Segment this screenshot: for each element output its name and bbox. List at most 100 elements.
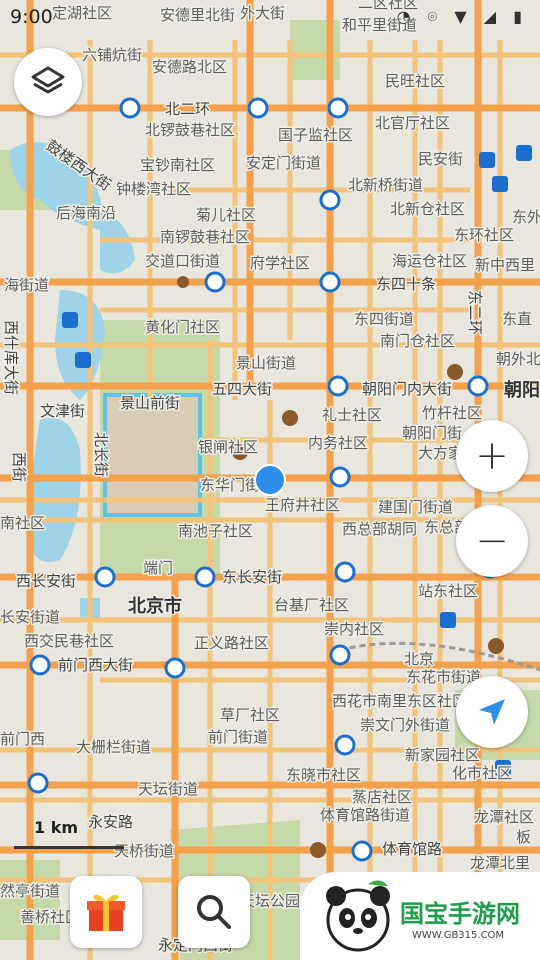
zoom-out-label: − — [475, 518, 509, 564]
map-label: 南门仓社区 — [380, 332, 455, 350]
compass-icon: ◔ — [396, 7, 417, 26]
status-bar: 9:00 ◔ ⌾ ▼ ◢ ▮ — [0, 0, 540, 34]
wifi-icon: ▼ — [454, 7, 473, 26]
zoom-in-button[interactable]: + — [456, 420, 528, 492]
map-label: 南池子社区 — [178, 522, 253, 540]
zoom-out-button[interactable]: − — [456, 505, 528, 577]
map-label: 龙潭社区 — [474, 808, 534, 826]
map-label: 王府井社区 — [265, 496, 340, 514]
layers-icon — [31, 66, 65, 94]
map-label: 民安街 — [418, 150, 463, 168]
map-label: 朝阳门内大街 — [362, 380, 452, 398]
map-label: 北新桥街道 — [348, 176, 423, 194]
map-label: 交道口街道 — [145, 252, 220, 270]
map-label: 西街 — [10, 452, 28, 482]
scale-label: 1 km — [34, 818, 79, 837]
map-label: 前门西 — [0, 730, 45, 748]
map-label: 国子监社区 — [278, 126, 353, 144]
map-label: 南社区 — [0, 514, 45, 532]
map-label: 北京市 — [128, 595, 182, 617]
map-label: 北京 — [404, 650, 434, 668]
map-label: 民旺社区 — [385, 72, 445, 90]
map-label: 体育馆路街道 — [320, 806, 410, 824]
map-label: 内务社区 — [308, 434, 368, 452]
scale-bar — [14, 846, 124, 849]
map-label: 文津街 — [40, 402, 85, 420]
map-label: 东外 — [512, 208, 540, 226]
zoom-in-label: + — [475, 433, 509, 479]
map-label: 后海南沿 — [56, 204, 116, 222]
map-label: 大栅栏街道 — [76, 738, 151, 756]
navigation-arrow-icon — [479, 699, 505, 725]
map-label: 安定门街道 — [246, 154, 321, 172]
map-label: 正义路社区 — [194, 634, 269, 652]
forbidden-city — [103, 393, 202, 517]
map-label: 北官厅社区 — [375, 114, 450, 132]
locate-button[interactable] — [456, 676, 528, 748]
watermark-url: WWW.GB315.COM — [412, 930, 505, 941]
current-location-dot — [254, 464, 286, 496]
map-label: 东四街道 — [354, 310, 414, 328]
map-label: 草厂社区 — [220, 706, 280, 724]
map-label: 西总部胡同 — [342, 520, 417, 538]
map-label: 北二环 — [165, 100, 210, 118]
map-label: 然亭街道 — [0, 882, 60, 900]
watermark-logo: 国宝手游网 WWW.GB315.COM — [300, 872, 540, 960]
map-label: 崇文门外街道 — [360, 716, 450, 734]
map-label: 端门 — [143, 559, 173, 577]
map-label: 天坛街道 — [138, 780, 198, 798]
layers-button[interactable] — [14, 48, 82, 116]
map-label: 北锣鼓巷社区 — [145, 121, 235, 139]
map-label: 东晓市社区 — [286, 766, 361, 784]
map-label: 景山前街 — [120, 394, 180, 412]
map-scale: 1 km — [14, 816, 124, 852]
map-label: 新中西里 — [475, 256, 535, 274]
search-button[interactable] — [178, 876, 250, 948]
map-label: 朝外北 — [496, 350, 540, 368]
map-label: 东环社区 — [454, 226, 514, 244]
map-label: 台基厂社区 — [274, 596, 349, 614]
battery-icon: ▮ — [513, 7, 528, 26]
map-label: 西交民巷社区 — [24, 632, 114, 650]
map-label: 钟楼湾社区 — [116, 180, 191, 198]
map-label: 海运仓社区 — [392, 252, 467, 270]
map-label: 西长安街 — [16, 572, 76, 590]
map-label: 南锣鼓巷社区 — [160, 228, 250, 246]
map-label: 西花市南里东区社区 — [332, 692, 467, 710]
map-label: 朝阳门街 — [402, 424, 462, 442]
gift-icon — [87, 894, 125, 931]
map-label: 景山街道 — [236, 354, 296, 372]
map-label: 礼士社区 — [322, 406, 382, 424]
map-label: 竹杆社区 — [422, 404, 482, 422]
map-label: 前门街道 — [208, 728, 268, 746]
map-label: 东长安街 — [222, 568, 282, 586]
map-label: 菊儿社区 — [196, 206, 256, 224]
map-label: 东直 — [502, 310, 532, 328]
map-label: 府学社区 — [250, 254, 310, 272]
map-label: 长安街道 — [0, 608, 60, 626]
status-time: 9:00 — [10, 6, 53, 28]
map-label: 宝钞南社区 — [140, 156, 215, 174]
map-label: 龙潭北里 — [470, 854, 530, 872]
map-label: 前门西大街 — [58, 656, 133, 674]
map-label: 建国门街道 — [378, 498, 453, 516]
map-label: 六铺炕街 — [82, 46, 142, 64]
map-label: 北新仓社区 — [390, 200, 465, 218]
signal-icon: ◢ — [483, 7, 503, 26]
gift-button[interactable] — [70, 876, 142, 948]
map-label: 站东社区 — [418, 582, 478, 600]
map-label: 蒸店社区 — [352, 788, 412, 806]
map-label: 北长街 — [92, 432, 110, 477]
map-label: 体育馆路 — [382, 840, 442, 858]
map-label: 西什库大街 — [2, 320, 20, 395]
panda-icon — [326, 880, 390, 952]
search-icon — [197, 895, 231, 929]
map-label: 海街道 — [4, 276, 49, 294]
map-label: 银闸社区 — [198, 438, 258, 456]
map-label: 东二环 — [466, 290, 484, 335]
map-label: 黄化门社区 — [145, 318, 220, 336]
status-icons: ◔ ⌾ ▼ ◢ ▮ — [397, 7, 528, 27]
map-label: 五四大街 — [212, 380, 272, 398]
map-label: 化市社区 — [452, 764, 512, 782]
map-label: 崇内社区 — [324, 620, 384, 638]
